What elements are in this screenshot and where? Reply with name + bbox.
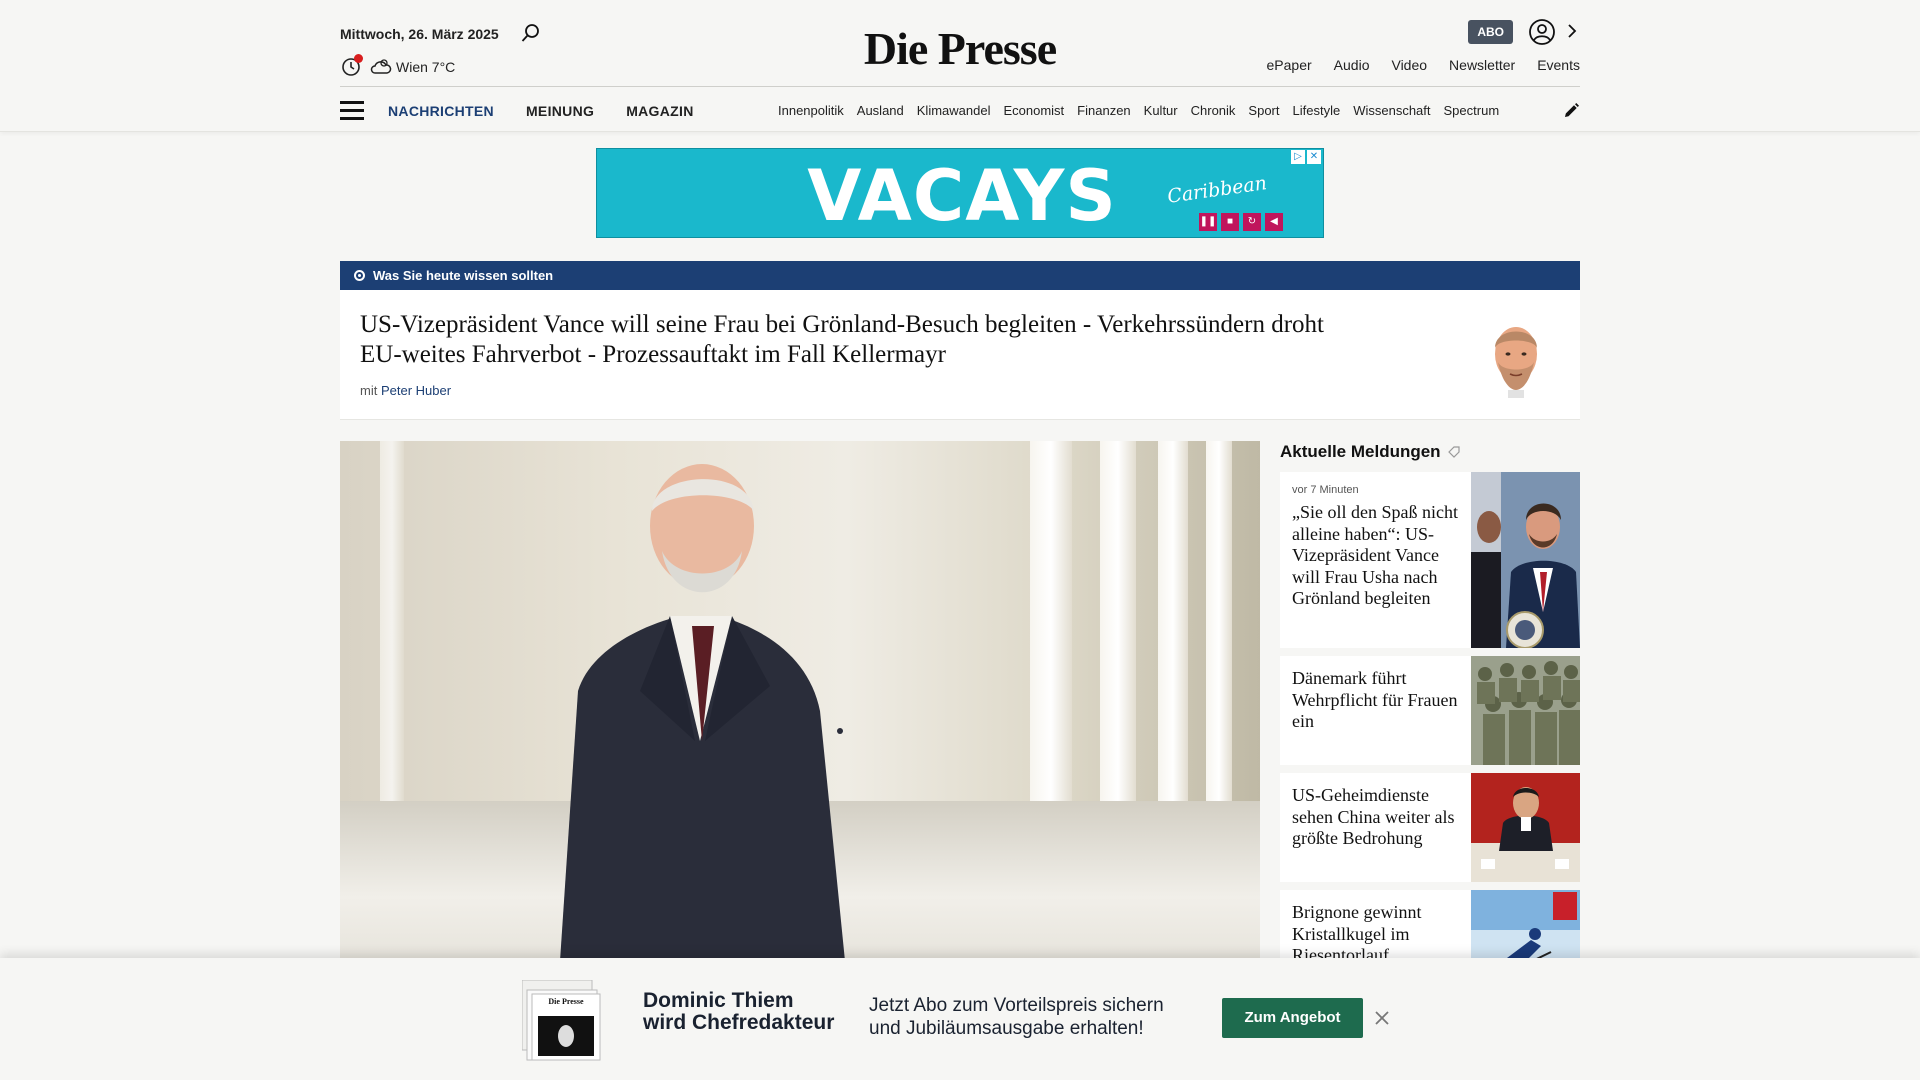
- news-card-3[interactable]: US-Geheimdienste sehen China weiter als …: [1280, 773, 1580, 882]
- link-events[interactable]: Events: [1537, 57, 1580, 73]
- hero-portrait: [560, 464, 845, 961]
- section-wissenschaft[interactable]: Wissenschaft: [1353, 103, 1430, 118]
- abo-button[interactable]: ABO: [1468, 20, 1513, 44]
- ad-pause-icon[interactable]: ❚❚: [1199, 213, 1217, 231]
- news-title[interactable]: Dänemark führt Wehrpflicht für Frauen ei…: [1292, 668, 1462, 733]
- radio-dot-icon: [354, 270, 365, 281]
- tag-icon: [1447, 446, 1460, 458]
- news-thumbnail[interactable]: [1471, 656, 1580, 765]
- news-card-text: Dänemark führt Wehrpflicht für Frauen ei…: [1292, 668, 1462, 733]
- news-card-2[interactable]: Dänemark führt Wehrpflicht für Frauen ei…: [1280, 656, 1580, 765]
- close-icon[interactable]: [1372, 1008, 1392, 1028]
- ad-banner[interactable]: VACAYS Caribbean ❚❚ ■ ↻ ◀ ▷ ✕: [596, 148, 1324, 238]
- nav-nachrichten[interactable]: NACHRICHTEN: [388, 103, 494, 119]
- svg-text:Die Presse: Die Presse: [548, 997, 584, 1006]
- news-card-text: vor 7 Minuten „Sie oll den Spaß nicht al…: [1292, 484, 1462, 610]
- news-thumbnail[interactable]: [1471, 472, 1580, 648]
- ad-controls: ❚❚ ■ ↻ ◀: [1199, 213, 1283, 231]
- top-links: ePaper Audio Video Newsletter Events: [1267, 57, 1580, 73]
- ad-replay-icon[interactable]: ↻: [1243, 213, 1261, 231]
- chevron-right-icon[interactable]: [1566, 20, 1578, 42]
- ad-close-icon[interactable]: ✕: [1307, 150, 1321, 164]
- briefing-title[interactable]: US-Vizepräsident Vance will seine Frau b…: [360, 310, 1360, 370]
- news-timestamp: vor 7 Minuten: [1292, 484, 1359, 496]
- news-card-text: Brignone gewinnt Kristallkugel im Riesen…: [1292, 902, 1462, 967]
- header-inner: Mittwoch, 26. März 2025 Wien 7°C Die Pre…: [340, 0, 1580, 132]
- subscription-promo-bar: Die Presse Dominic Thiem wird Chefredakt…: [0, 958, 1920, 1080]
- briefing-card[interactable]: US-Vizepräsident Vance will seine Frau b…: [340, 290, 1580, 420]
- author-prefix: mit: [360, 383, 378, 398]
- section-economist[interactable]: Economist: [1003, 103, 1064, 118]
- ad-info-icon[interactable]: ▷: [1291, 150, 1305, 164]
- site-header: Mittwoch, 26. März 2025 Wien 7°C Die Pre…: [0, 0, 1920, 132]
- promo-headline: Dominic Thiem wird Chefredakteur: [643, 990, 834, 1034]
- news-card-1[interactable]: vor 7 Minuten „Sie oll den Spaß nicht al…: [1280, 472, 1580, 648]
- news-title[interactable]: Brignone gewinnt Kristallkugel im Riesen…: [1292, 902, 1462, 967]
- vance-photo: [1471, 472, 1580, 648]
- section-spectrum[interactable]: Spectrum: [1444, 103, 1500, 118]
- main-nav: NACHRICHTEN MEINUNG MAGAZIN: [388, 103, 694, 119]
- promo-text-line-2: und Jubiläumsausgabe erhalten!: [869, 1018, 1144, 1039]
- ad-mute-icon[interactable]: ◀: [1265, 213, 1283, 231]
- section-nav-fade: [1500, 96, 1540, 126]
- sidebar-title: Aktuelle Meldungen: [1280, 442, 1461, 462]
- section-klimawandel[interactable]: Klimawandel: [917, 103, 991, 118]
- ad-choices: ▷ ✕: [1291, 150, 1321, 164]
- hero-image[interactable]: [340, 441, 1260, 961]
- section-lifestyle[interactable]: Lifestyle: [1293, 103, 1341, 118]
- ad-stop-icon[interactable]: ■: [1221, 213, 1239, 231]
- news-title[interactable]: US-Geheimdienste sehen China weiter als …: [1292, 785, 1462, 850]
- link-audio[interactable]: Audio: [1334, 57, 1370, 73]
- link-video[interactable]: Video: [1391, 57, 1427, 73]
- news-card-text: US-Geheimdienste sehen China weiter als …: [1292, 785, 1462, 850]
- section-sport[interactable]: Sport: [1248, 103, 1279, 118]
- section-ausland[interactable]: Ausland: [857, 103, 904, 118]
- promo-text-line-1: Jetzt Abo zum Vorteilspreis sichern: [869, 995, 1164, 1016]
- author-link[interactable]: Peter Huber: [381, 383, 451, 398]
- briefing-label: Was Sie heute wissen sollten: [373, 268, 554, 283]
- section-nav: Innenpolitik Ausland Klimawandel Economi…: [778, 103, 1540, 118]
- xi-photo: [1471, 773, 1580, 882]
- navigation-row: NACHRICHTEN MEINUNG MAGAZIN Innenpolitik…: [340, 96, 1580, 126]
- hamburger-menu-icon[interactable]: [340, 101, 364, 121]
- header-divider: [340, 86, 1580, 87]
- soldiers-photo: [1471, 656, 1580, 765]
- user-account-icon[interactable]: [1528, 18, 1556, 46]
- news-thumbnail[interactable]: [1471, 773, 1580, 882]
- promo-headline-line-1: Dominic Thiem: [643, 989, 794, 1012]
- nav-meinung[interactable]: MEINUNG: [526, 103, 594, 119]
- section-kultur[interactable]: Kultur: [1144, 103, 1178, 118]
- briefing-author-line: mit Peter Huber: [360, 383, 451, 398]
- pencil-icon[interactable]: [1562, 102, 1580, 120]
- promo-text: Jetzt Abo zum Vorteilspreis sichern und …: [869, 994, 1164, 1040]
- section-innenpolitik[interactable]: Innenpolitik: [778, 103, 844, 118]
- link-newsletter[interactable]: Newsletter: [1449, 57, 1515, 73]
- sidebar-title-text: Aktuelle Meldungen: [1280, 442, 1441, 461]
- newspaper-stack-image: Die Presse: [522, 980, 601, 1061]
- section-finanzen[interactable]: Finanzen: [1077, 103, 1130, 118]
- briefing-label-bar: Was Sie heute wissen sollten: [340, 261, 1580, 290]
- news-title[interactable]: „Sie oll den Spaß nicht alleine haben“: …: [1292, 502, 1462, 610]
- author-avatar: [1495, 327, 1537, 398]
- link-epaper[interactable]: ePaper: [1267, 57, 1312, 73]
- zum-angebot-button[interactable]: Zum Angebot: [1222, 998, 1363, 1038]
- section-chronik[interactable]: Chronik: [1191, 103, 1236, 118]
- promo-headline-line-2: wird Chefredakteur: [643, 1011, 835, 1034]
- nav-magazin[interactable]: MAGAZIN: [626, 103, 693, 119]
